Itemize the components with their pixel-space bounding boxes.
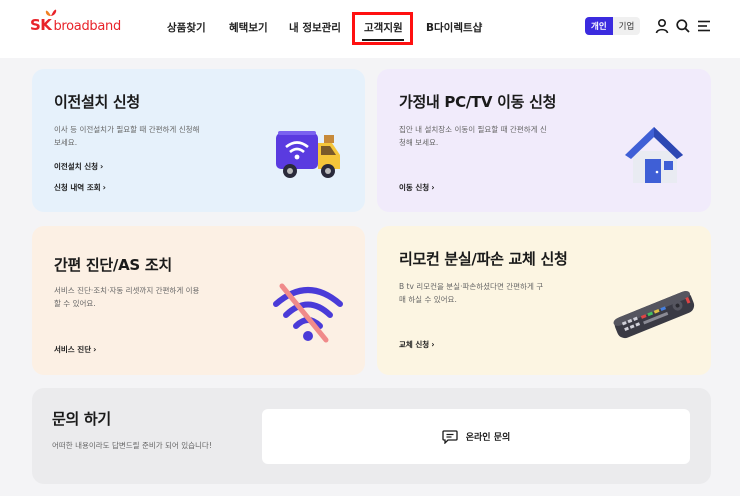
nav-item-my-info[interactable]: 내 정보관리	[289, 20, 341, 35]
house-icon	[625, 127, 683, 183]
chevron-right-icon: ›	[431, 183, 435, 192]
active-nav-underline	[362, 39, 404, 41]
customer-type-toggle: 개인 기업	[585, 17, 641, 35]
chevron-right-icon: ›	[431, 340, 435, 349]
service-diagnosis-link[interactable]: 서비스 진단 ›	[54, 344, 96, 355]
chevron-right-icon: ›	[93, 345, 97, 354]
search-icon[interactable]	[675, 18, 691, 34]
top-header: SK broadband 상품찾기 혜택보기 내 정보관리 고객지원 B다이렉트…	[0, 0, 740, 58]
move-request-link[interactable]: 이동 신청 ›	[399, 182, 435, 193]
nav-item-benefits[interactable]: 혜택보기	[229, 20, 268, 35]
card-description: B tv 리모컨을 분실·파손하셨다면 간편하게 구매 하실 수 있어요.	[399, 282, 544, 304]
online-inquiry-button[interactable]: 온라인 문의	[262, 409, 690, 464]
home-pc-tv-move-card[interactable]: 가정내 PC/TV 이동 신청 집안 내 설치장소 이동이 필요할 때 간편하게…	[377, 69, 711, 212]
replacement-request-link[interactable]: 교체 신청 ›	[399, 339, 435, 350]
logo-sk-text: SK	[30, 16, 52, 34]
card-description: 집안 내 설치장소 이동이 필요할 때 간편하게 신청해 보세요.	[399, 125, 547, 147]
card-description: 이사 등 이전설치가 필요할 때 간편하게 신청해 보세요.	[54, 125, 200, 147]
relocation-install-request-link[interactable]: 이전설치 신청 ›	[54, 161, 103, 172]
card-title: 리모컨 분실/파손 교체 신청	[399, 250, 568, 268]
sk-broadband-logo[interactable]: SK broadband	[30, 9, 121, 34]
business-toggle-button[interactable]: 기업	[612, 17, 641, 35]
remote-replacement-card[interactable]: 리모컨 분실/파손 교체 신청 B tv 리모컨을 분실·파손하셨다면 간편하게…	[377, 226, 711, 375]
card-title: 이전설치 신청	[54, 93, 140, 111]
relocation-install-card[interactable]: 이전설치 신청 이사 등 이전설치가 필요할 때 간편하게 신청해 보세요. 이…	[32, 69, 365, 212]
logo-broadband-text: broadband	[53, 19, 121, 34]
request-history-link[interactable]: 신청 내역 조회 ›	[54, 182, 106, 193]
butterfly-logo-icon	[45, 9, 57, 16]
link-label: 서비스 진단	[54, 345, 92, 354]
inquiry-title: 문의 하기	[52, 410, 111, 428]
nav-item-products[interactable]: 상품찾기	[167, 20, 206, 35]
remote-control-icon	[613, 290, 695, 339]
card-title: 간편 진단/AS 조치	[54, 256, 172, 274]
card-description: 서비스 진단·조치·자동 리셋까지 간편하게 이용 할 수 있어요.	[54, 286, 200, 308]
personal-toggle-button[interactable]: 개인	[585, 17, 613, 35]
chat-bubble-icon	[442, 429, 458, 444]
nav-item-b-direct-shop[interactable]: B다이렉트샵	[426, 20, 482, 35]
link-label: 신청 내역 조회	[54, 183, 101, 192]
user-icon[interactable]	[654, 18, 670, 34]
online-inquiry-label: 온라인 문의	[465, 433, 511, 443]
chevron-right-icon: ›	[102, 183, 106, 192]
wifi-off-icon	[273, 283, 343, 343]
card-title: 가정내 PC/TV 이동 신청	[399, 93, 557, 111]
delivery-truck-icon	[276, 131, 340, 178]
inquiry-description: 어떠한 내용이라도 답변드릴 준비가 되어 있습니다!	[52, 441, 212, 450]
quick-diagnosis-as-card[interactable]: 간편 진단/AS 조치 서비스 진단·조치·자동 리셋까지 간편하게 이용 할 …	[32, 226, 365, 375]
menu-icon[interactable]	[696, 18, 712, 34]
link-label: 이동 신청	[399, 183, 430, 192]
link-label: 교체 신청	[399, 340, 430, 349]
link-label: 이전설치 신청	[54, 162, 99, 171]
inquiry-section: 문의 하기 어떠한 내용이라도 답변드릴 준비가 되어 있습니다! 온라인 문의	[32, 388, 711, 484]
chevron-right-icon: ›	[100, 162, 104, 171]
